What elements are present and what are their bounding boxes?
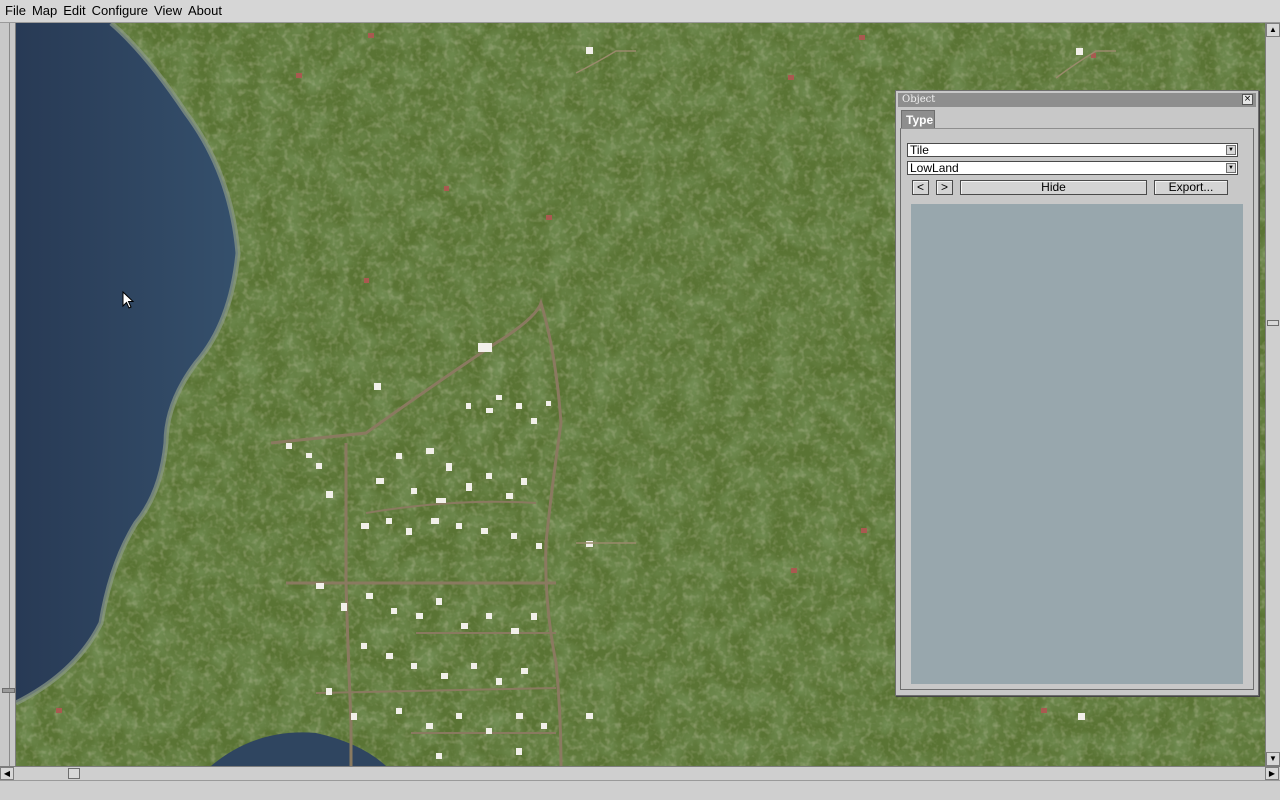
panel-tabs: Type <box>900 110 1256 128</box>
status-bar <box>0 780 1280 800</box>
menu-file[interactable]: File <box>0 0 29 22</box>
hide-button[interactable]: Hide <box>960 180 1147 195</box>
scroll-down-button[interactable]: ▼ <box>1266 752 1280 766</box>
menu-about[interactable]: About <box>185 0 225 22</box>
object-panel: Object × Type Tile ▼ LowLand ▼ < > Hide … <box>895 90 1259 696</box>
menu-map[interactable]: Map <box>29 0 60 22</box>
menu-edit[interactable]: Edit <box>60 0 88 22</box>
ruler-line <box>9 23 10 766</box>
menu-configure[interactable]: Configure <box>89 0 151 22</box>
subtype-select-value: LowLand <box>910 161 959 175</box>
export-button[interactable]: Export... <box>1154 180 1228 195</box>
horizontal-scrollbar[interactable]: ◀ ▶ <box>0 766 1280 780</box>
panel-title: Object <box>902 94 936 105</box>
panel-titlebar[interactable]: Object × <box>898 93 1256 107</box>
ruler-marker[interactable] <box>2 688 15 693</box>
type-select-value: Tile <box>910 143 929 157</box>
object-preview <box>911 204 1243 684</box>
menu-bar: File Map Edit Configure View About <box>0 0 1280 23</box>
arrow-cursor-icon <box>122 291 135 309</box>
next-button[interactable]: > <box>936 180 953 195</box>
scroll-right-button[interactable]: ▶ <box>1265 767 1279 780</box>
tab-type[interactable]: Type <box>901 110 935 128</box>
vertical-scroll-thumb[interactable] <box>1267 320 1279 326</box>
menu-view[interactable]: View <box>151 0 185 22</box>
scroll-left-button[interactable]: ◀ <box>0 767 14 780</box>
prev-button[interactable]: < <box>912 180 929 195</box>
chevron-down-icon[interactable]: ▼ <box>1226 145 1236 155</box>
left-ruler <box>0 23 16 766</box>
scroll-up-button[interactable]: ▲ <box>1266 23 1280 37</box>
horizontal-scroll-thumb[interactable] <box>68 768 80 779</box>
chevron-down-icon[interactable]: ▼ <box>1226 163 1236 173</box>
close-icon[interactable]: × <box>1242 94 1253 105</box>
subtype-select[interactable]: LowLand ▼ <box>907 161 1238 175</box>
type-select[interactable]: Tile ▼ <box>907 143 1238 157</box>
vertical-scrollbar[interactable]: ▲ ▼ <box>1265 23 1280 766</box>
